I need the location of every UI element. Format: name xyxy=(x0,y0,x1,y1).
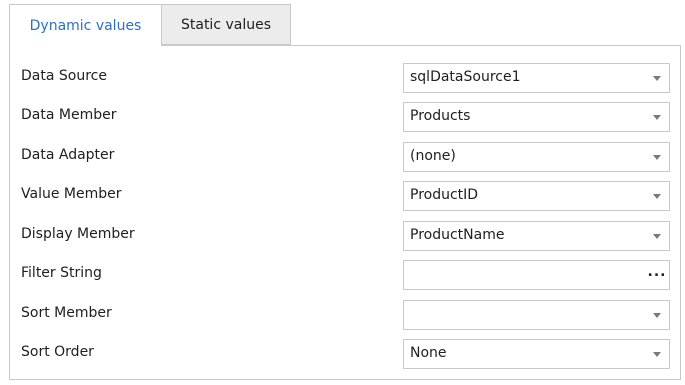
property-row-data-source: Data Source sqlDataSource1 xyxy=(10,63,680,93)
property-row-sort-member: Sort Member xyxy=(10,300,680,330)
filter-string-field[interactable]: ... xyxy=(403,260,670,290)
dynamic-values-panel: Data Source sqlDataSource1 Data Member P… xyxy=(9,45,681,380)
ellipsis-icon: ... xyxy=(647,264,667,280)
tab-static-values[interactable]: Static values xyxy=(162,4,291,45)
property-label: Display Member xyxy=(21,226,135,242)
property-label: Filter String xyxy=(21,265,102,281)
property-row-filter-string: Filter String ... xyxy=(10,260,680,290)
ellipsis-button[interactable]: ... xyxy=(645,261,669,289)
display-member-value: ProductName xyxy=(410,227,505,243)
data-adapter-value: (none) xyxy=(410,148,456,164)
chevron-down-icon[interactable] xyxy=(645,182,669,210)
sort-order-value: None xyxy=(410,345,447,361)
property-row-value-member: Value Member ProductID xyxy=(10,181,680,211)
chevron-down-icon[interactable] xyxy=(645,143,669,171)
display-member-dropdown[interactable]: ProductName xyxy=(403,221,670,251)
property-row-data-member: Data Member Products xyxy=(10,102,680,132)
chevron-down-icon[interactable] xyxy=(645,64,669,92)
data-member-dropdown[interactable]: Products xyxy=(403,102,670,132)
property-label: Data Adapter xyxy=(21,147,115,163)
tab-strip: Dynamic values Static values xyxy=(9,4,291,46)
value-member-dropdown[interactable]: ProductID xyxy=(403,181,670,211)
property-label: Data Source xyxy=(21,68,107,84)
data-adapter-dropdown[interactable]: (none) xyxy=(403,142,670,172)
property-label: Sort Order xyxy=(21,344,94,360)
property-label: Sort Member xyxy=(21,305,112,321)
property-label: Data Member xyxy=(21,107,117,123)
chevron-down-icon[interactable] xyxy=(645,103,669,131)
property-row-sort-order: Sort Order None xyxy=(10,339,680,369)
sort-order-dropdown[interactable]: None xyxy=(403,339,670,369)
value-member-value: ProductID xyxy=(410,187,479,203)
sort-member-dropdown[interactable] xyxy=(403,300,670,330)
lookup-settings-dialog: Dynamic values Static values Data Source… xyxy=(0,0,685,385)
chevron-down-icon[interactable] xyxy=(645,301,669,329)
property-row-display-member: Display Member ProductName xyxy=(10,221,680,251)
tab-dynamic-values[interactable]: Dynamic values xyxy=(9,4,162,46)
data-member-value: Products xyxy=(410,108,471,124)
chevron-down-icon[interactable] xyxy=(645,340,669,368)
data-source-dropdown[interactable]: sqlDataSource1 xyxy=(403,63,670,93)
property-row-data-adapter: Data Adapter (none) xyxy=(10,142,680,172)
chevron-down-icon[interactable] xyxy=(645,222,669,250)
property-label: Value Member xyxy=(21,186,122,202)
data-source-value: sqlDataSource1 xyxy=(410,69,521,85)
